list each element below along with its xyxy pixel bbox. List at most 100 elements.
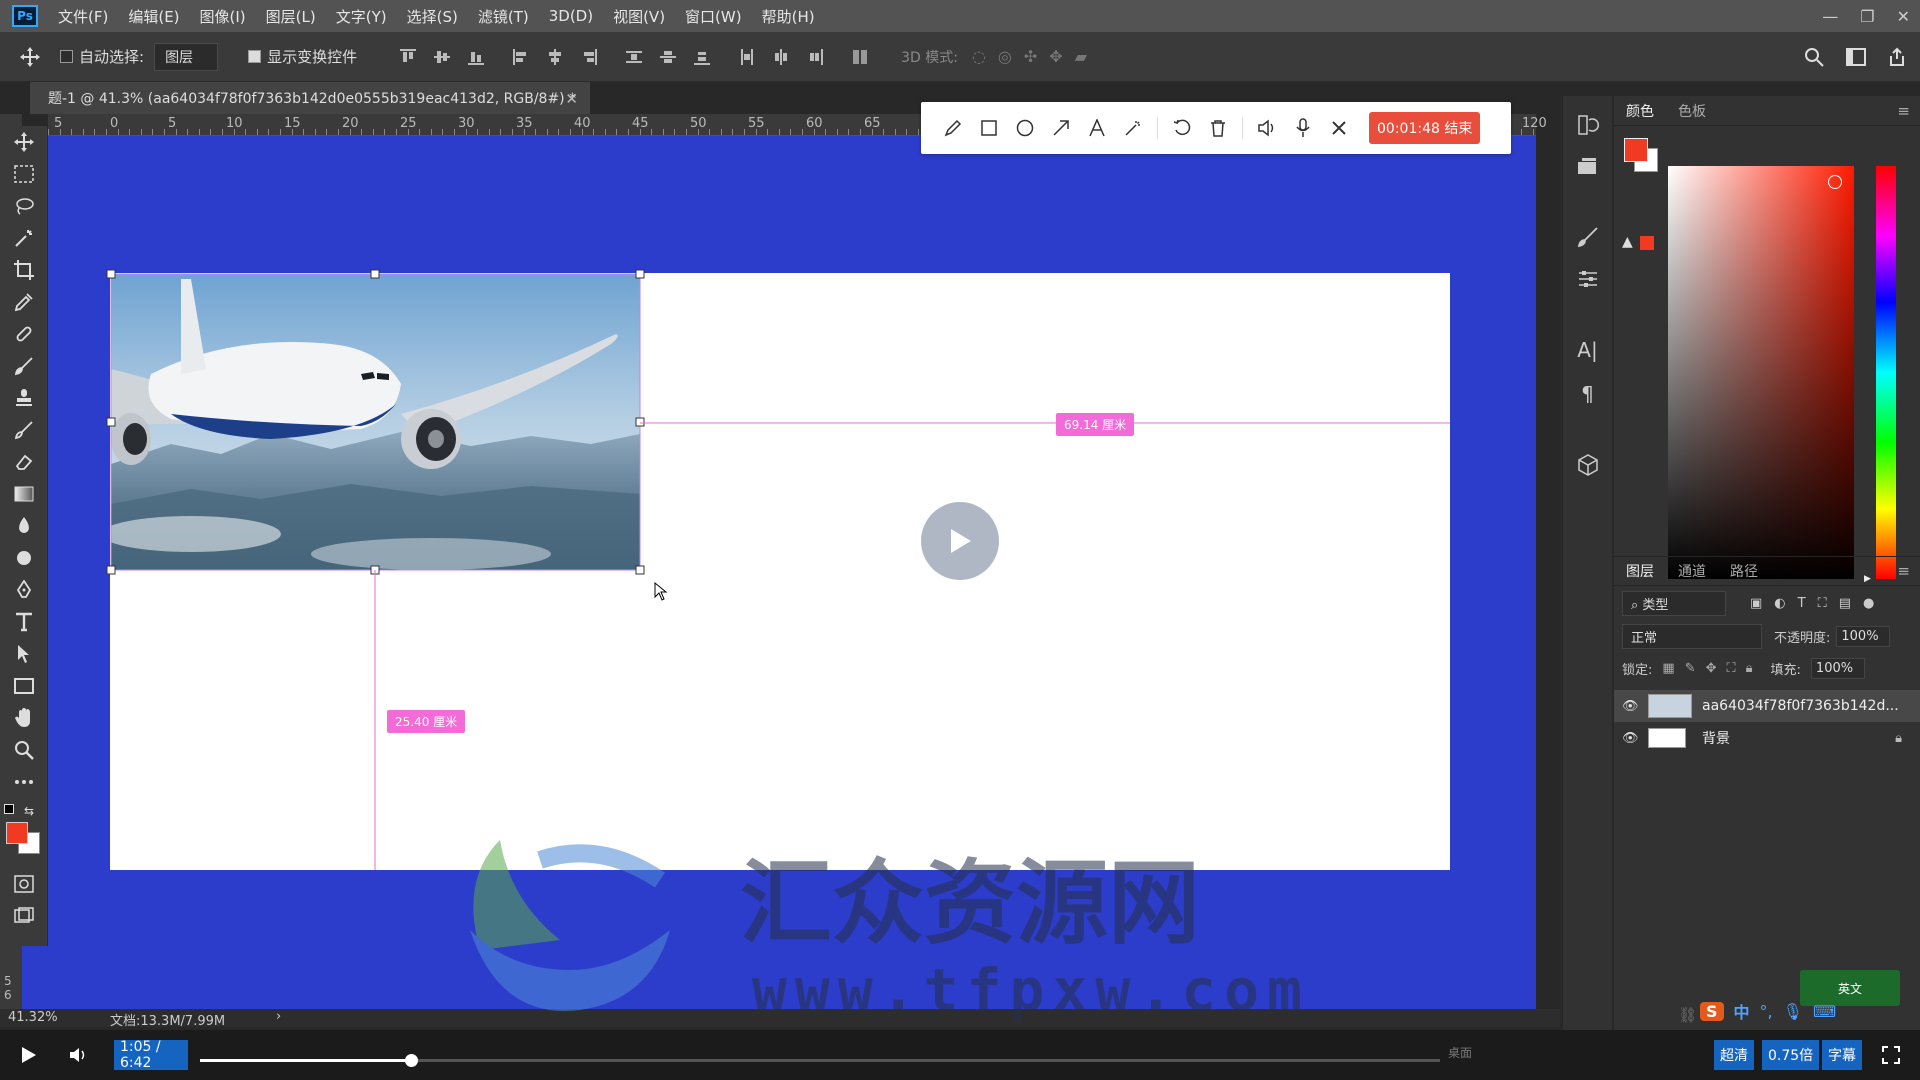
filter-shape-icon[interactable]: ⛶ xyxy=(1818,596,1827,611)
stamp-tool-icon[interactable] xyxy=(0,382,48,414)
ellipse-icon[interactable] xyxy=(1007,110,1043,146)
tab-color[interactable]: 颜色 xyxy=(1614,101,1666,121)
menu-image[interactable]: 图像(I) xyxy=(190,6,256,27)
gamut-color-swatch[interactable] xyxy=(1640,236,1654,250)
character-panel-icon[interactable]: A| xyxy=(1577,338,1597,362)
paragraph-panel-icon[interactable]: ¶ xyxy=(1581,382,1594,406)
eraser-tool-icon[interactable] xyxy=(0,446,48,478)
filter-smart-icon[interactable]: ▤ xyxy=(1839,596,1851,611)
layers-panel-menu-icon[interactable]: ≡ xyxy=(1897,562,1910,580)
layer-filter-dropdown[interactable]: ⌕ 类型 xyxy=(1622,590,1726,616)
magic-wand-tool-icon[interactable] xyxy=(0,222,48,254)
rectangle-tool-icon[interactable] xyxy=(0,670,48,702)
color-field-picker[interactable] xyxy=(1828,175,1842,189)
sogou-logo-icon[interactable]: S xyxy=(1700,1001,1724,1021)
video-speed-button[interactable]: 0.75倍 xyxy=(1762,1040,1820,1070)
transform-handle[interactable] xyxy=(106,417,116,427)
tab-swatches[interactable]: 色板 xyxy=(1666,101,1718,121)
healing-tool-icon[interactable] xyxy=(0,318,48,350)
3d-pan-icon[interactable]: ✣ xyxy=(1024,47,1037,66)
default-colors-icon[interactable] xyxy=(4,804,14,814)
ime-keyboard-icon[interactable]: ⌨ xyxy=(1813,1002,1836,1021)
menu-file[interactable]: 文件(F) xyxy=(48,6,118,27)
quick-mask-icon[interactable] xyxy=(0,868,48,900)
3d-roll-icon[interactable]: ◎ xyxy=(998,47,1012,66)
adjustments-panel-icon[interactable] xyxy=(1577,268,1599,290)
document-tab[interactable]: 题-1 @ 41.3% (aa64034f78f0f7363b142d0e055… xyxy=(30,82,590,114)
libraries-panel-icon[interactable] xyxy=(1577,156,1599,178)
gamut-warning-icon[interactable]: ▲ xyxy=(1622,234,1633,250)
workspace-icon[interactable] xyxy=(1846,47,1866,66)
menu-select[interactable]: 选择(S) xyxy=(397,6,468,27)
close-icon[interactable] xyxy=(1321,110,1357,146)
menu-edit[interactable]: 编辑(E) xyxy=(118,6,189,27)
transform-handle[interactable] xyxy=(635,417,645,427)
dodge-tool-icon[interactable] xyxy=(0,542,48,574)
align-top-icon[interactable] xyxy=(398,47,418,67)
3d-panel-icon[interactable] xyxy=(1577,454,1599,476)
history-panel-icon[interactable] xyxy=(1577,114,1599,136)
video-progress-track[interactable] xyxy=(200,1054,1440,1067)
foreground-color-swatch[interactable] xyxy=(6,822,28,844)
align-bottom-icon[interactable] xyxy=(466,47,486,67)
ime-mode[interactable]: 中 xyxy=(1734,999,1750,1023)
menu-filter[interactable]: 滤镜(T) xyxy=(468,6,539,27)
microphone-icon[interactable] xyxy=(1285,110,1321,146)
fill-input[interactable]: 100% xyxy=(1810,657,1865,679)
link-layers-icon[interactable]: ⛓ xyxy=(1678,1006,1697,1024)
magic-icon[interactable] xyxy=(1115,110,1151,146)
pen-tool-icon[interactable] xyxy=(0,574,48,606)
speaker-icon[interactable] xyxy=(1249,110,1285,146)
undo-icon[interactable] xyxy=(1164,110,1200,146)
color-field[interactable] xyxy=(1668,166,1854,579)
more-tools-icon[interactable] xyxy=(0,766,48,798)
marquee-tool-icon[interactable] xyxy=(0,158,48,190)
eye-icon[interactable]: 👁︎ xyxy=(1622,731,1644,746)
layer-row[interactable]: 👁︎ aa64034f78f0f7363b142d... xyxy=(1614,690,1920,722)
menu-type[interactable]: 文字(Y) xyxy=(326,6,397,27)
lasso-tool-icon[interactable] xyxy=(0,190,48,222)
search-icon[interactable] xyxy=(1804,47,1824,67)
ime-voice-icon[interactable]: 🎙︎ xyxy=(1783,1002,1803,1021)
tab-channels[interactable]: 通道 xyxy=(1666,561,1718,581)
menu-help[interactable]: 帮助(H) xyxy=(752,6,825,27)
lock-all-icon[interactable]: 🔒︎ xyxy=(1746,661,1753,676)
transform-handle[interactable] xyxy=(635,565,645,575)
minimize-icon[interactable]: — xyxy=(1822,7,1838,26)
transform-handle[interactable] xyxy=(106,269,116,279)
video-subtitle-button[interactable]: 字幕 xyxy=(1822,1040,1862,1070)
video-play-button[interactable] xyxy=(14,1040,44,1070)
video-play-overlay-button[interactable] xyxy=(921,502,999,580)
filter-pixel-icon[interactable]: ▣ xyxy=(1750,596,1762,611)
video-volume-icon[interactable] xyxy=(64,1040,94,1070)
align-vcenter-icon[interactable] xyxy=(432,47,452,67)
filter-type-icon[interactable]: T xyxy=(1798,596,1806,611)
blend-mode-dropdown[interactable]: 正常 xyxy=(1622,623,1762,649)
distribute-left-icon[interactable] xyxy=(737,47,757,67)
align-hcenter-icon[interactable] xyxy=(545,47,565,67)
zoom-tool-icon[interactable] xyxy=(0,734,48,766)
close-window-icon[interactable]: ✕ xyxy=(1897,7,1910,26)
eye-icon[interactable]: 👁︎ xyxy=(1622,699,1644,714)
distribute-spacing-icon[interactable] xyxy=(850,47,870,67)
lock-artboard-icon[interactable]: ⛶ xyxy=(1727,661,1736,676)
align-left-icon[interactable] xyxy=(511,47,531,67)
video-progress-knob[interactable] xyxy=(404,1054,418,1067)
color-panel-foreground-swatch[interactable] xyxy=(1624,138,1648,162)
3d-slide-icon[interactable]: ✥ xyxy=(1049,47,1062,66)
transform-handle[interactable] xyxy=(106,565,116,575)
3d-camera-icon[interactable]: ▰ xyxy=(1075,47,1087,66)
distribute-vcenter-icon[interactable] xyxy=(658,47,678,67)
distribute-hcenter-icon[interactable] xyxy=(771,47,791,67)
menu-3d[interactable]: 3D(D) xyxy=(539,7,603,25)
video-quality-button[interactable]: 超清 xyxy=(1714,1040,1754,1070)
document-tab-close-icon[interactable]: ✕ xyxy=(565,90,578,108)
eyedropper-tool-icon[interactable] xyxy=(0,286,48,318)
tab-layers[interactable]: 图层 xyxy=(1614,561,1666,581)
arrow-icon[interactable] xyxy=(1043,110,1079,146)
restore-icon[interactable]: ❐ xyxy=(1860,7,1874,26)
type-tool-icon[interactable] xyxy=(0,606,48,638)
screen-mode-icon[interactable] xyxy=(0,900,48,932)
hand-tool-icon[interactable] xyxy=(0,702,48,734)
brush-settings-icon[interactable] xyxy=(1577,226,1599,248)
